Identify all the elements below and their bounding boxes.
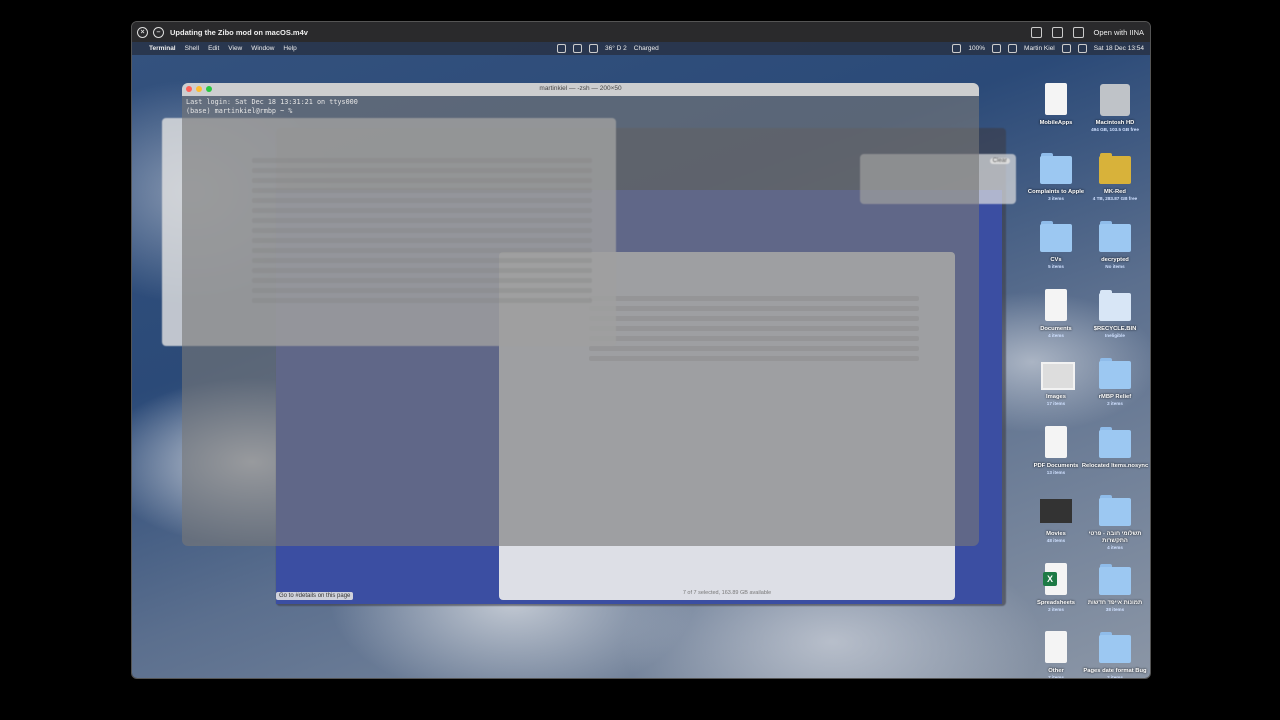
folder-icon [1098, 356, 1132, 392]
desktop-icon-info: 2 items [1107, 401, 1123, 406]
desktop-icon-label: decrypted [1101, 257, 1129, 263]
terminal-title: martinkiel — -zsh — 200×50 [539, 85, 622, 92]
desktop-icon[interactable]: MK-Red 4 TB, 283.87 GB free [1080, 151, 1150, 202]
battery-percent: 100% [968, 45, 986, 52]
player-title-bar: × – Updating the Zibo mod on macOS.m4v O… [132, 22, 1150, 42]
menu-shell[interactable]: Shell [185, 45, 199, 52]
open-with-iina-button[interactable]: Open with IINA [1094, 28, 1144, 37]
battery-status[interactable]: Charged [634, 45, 659, 52]
desktop-icon-label: rMBP Relief [1098, 394, 1132, 400]
folder-icon [1098, 219, 1132, 255]
menu-view[interactable]: View [228, 45, 242, 52]
battery-icon[interactable] [992, 44, 1002, 53]
terminal-window[interactable]: martinkiel — -zsh — 200×50 Last login: S… [182, 83, 979, 546]
desktop-icon-label: תשלומי חובה - פרטי התקשרות [1088, 531, 1142, 544]
pip-icon[interactable] [1030, 26, 1042, 38]
folder-icon [1098, 562, 1132, 598]
status-items-left: 36° D 2 Charged [557, 42, 659, 55]
user-name[interactable]: Martin Kiel [1024, 45, 1055, 52]
weather-readout[interactable]: 36° D 2 [605, 45, 627, 52]
folder-icon [1098, 493, 1132, 529]
clear-notifications-button[interactable]: Clear [989, 158, 1010, 164]
desktop-icon[interactable]: Pages date format Bug 2 items [1080, 630, 1150, 679]
folder-icon [1098, 425, 1132, 461]
spreadsheet-icon: X [1039, 562, 1073, 598]
desktop-icon[interactable]: rMBP Relief 2 items [1080, 356, 1150, 407]
rotate-icon[interactable] [1051, 26, 1063, 38]
document-icon [1039, 425, 1073, 461]
status-items-right: 100% Martin Kiel Sat 18 Dec 13:54 [952, 42, 1144, 55]
menu-help[interactable]: Help [283, 45, 296, 52]
folder-icon [1039, 151, 1073, 187]
movie-icon [1039, 493, 1073, 529]
desktop-icon[interactable]: תשלומי חובה - פרטי התקשרות 4 items [1080, 493, 1150, 551]
status-icon[interactable] [573, 44, 582, 53]
desktop-icon-info: 2 items [1107, 675, 1123, 679]
menu-window[interactable]: Window [251, 45, 274, 52]
desktop-icon-info: 38 items [1105, 606, 1125, 612]
minimize-icon[interactable]: – [153, 26, 164, 38]
menu-edit[interactable]: Edit [208, 45, 219, 52]
desktop-icon-label: Pages date format Bug [1083, 668, 1147, 674]
desktop-icon-info: No items [1105, 264, 1125, 269]
folder-icon [1098, 151, 1132, 187]
macos-desktop: Terminal Shell Edit View Window Help 36°… [132, 42, 1150, 678]
terminal-title-bar: martinkiel — -zsh — 200×50 [182, 83, 979, 96]
terminal-prompt[interactable]: (base) martinkiel@rmbp ~ % [186, 107, 979, 116]
search-icon[interactable] [1061, 44, 1071, 53]
desktop-icon[interactable]: decrypted No items [1080, 219, 1150, 270]
link-hint: Go to #details on this page [276, 592, 354, 600]
macos-menubar: Terminal Shell Edit View Window Help 36°… [132, 42, 1150, 55]
desktop-icon[interactable]: תמונות אייפד חדשות 38 items [1080, 562, 1150, 613]
document-icon [1039, 82, 1073, 118]
desktop-icon-label: Relocated Items.nosync [1081, 462, 1149, 469]
folder-icon [1098, 630, 1132, 666]
desktop-icon-label: $RECYCLE.BIN [1093, 325, 1137, 332]
wifi-icon[interactable] [952, 44, 962, 53]
control-center-icon[interactable] [1077, 44, 1087, 53]
status-icon[interactable] [557, 44, 566, 53]
terminal-login-line: Last login: Sat Dec 18 13:31:21 on ttys0… [186, 98, 358, 106]
image-icon [1039, 356, 1075, 392]
desktop-icon-info: 13 items [1046, 469, 1066, 475]
folder-icon [1098, 288, 1132, 324]
desktop-icon[interactable]: $RECYCLE.BIN Ineligible [1080, 288, 1150, 339]
share-icon[interactable] [1072, 26, 1084, 38]
desktop-icon-label: Macintosh HD [1095, 120, 1135, 126]
desktop-icon-info: Ineligible [1105, 332, 1125, 338]
document-icon [1039, 288, 1073, 324]
close-icon[interactable]: × [137, 26, 148, 38]
folder-icon [1039, 219, 1073, 255]
menu-terminal[interactable]: Terminal [149, 45, 176, 52]
document-icon [1039, 630, 1073, 666]
desktop-icon-label: תמונות אייפד חדשות [1087, 599, 1143, 606]
desktop-icon-info: 4 TB, 283.87 GB free [1092, 195, 1138, 201]
desktop-icon[interactable]: Macintosh HD 494 GB, 103.5 GB free [1080, 82, 1150, 133]
finder-status-bar: 7 of 7 selected, 163.89 GB available [682, 590, 772, 596]
video-title: Updating the Zibo mod on macOS.m4v [170, 27, 308, 37]
desktop-icon-label: MK-Red [1104, 188, 1126, 195]
desktop-icon[interactable]: Relocated Items.nosync [1080, 425, 1150, 470]
status-icon[interactable] [589, 44, 598, 53]
desktop-icon-info: 494 GB, 103.5 GB free [1091, 127, 1139, 132]
hard-drive-icon [1098, 82, 1132, 118]
clock[interactable]: Sat 18 Dec 13:54 [1094, 45, 1144, 52]
volume-icon[interactable] [1008, 44, 1018, 53]
video-player-window: × – Updating the Zibo mod on macOS.m4v O… [131, 21, 1151, 679]
desktop-icon-info: 4 items [1107, 545, 1123, 550]
